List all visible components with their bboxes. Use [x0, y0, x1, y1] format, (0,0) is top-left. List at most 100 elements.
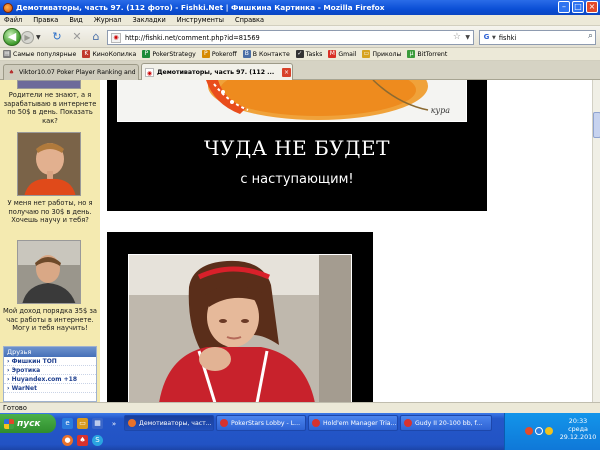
friends-link-warnet[interactable]: › WarNet [4, 384, 96, 393]
search-icon[interactable]: ⌕ [588, 31, 593, 41]
gmail-icon: M [328, 50, 337, 58]
clock-day: среда [568, 425, 588, 433]
scrollbar-thumb[interactable] [593, 112, 600, 138]
navigation-toolbar: ◀ ▶ ▼ ↻ ✕ ⌂ ◉ http://fishki.net/comment.… [0, 26, 600, 48]
pokerstars-quicklaunch-icon[interactable]: ♠ [77, 435, 88, 446]
status-text: Готово [3, 404, 27, 412]
google-icon[interactable]: G [482, 33, 491, 42]
stop-icon[interactable]: ✕ [70, 30, 84, 44]
menu-file[interactable]: Файл [4, 16, 22, 24]
back-button[interactable]: ◀ [3, 28, 21, 46]
clock-time: 20:33 [568, 417, 588, 425]
bookmark-gmail[interactable]: M Gmail [328, 50, 356, 58]
tab-poker-ranking[interactable]: ♠ Viktor10.07 Poker Player Ranking and S… [3, 64, 139, 80]
bookmark-pokerstrategy[interactable]: P PokerStrategy [142, 50, 196, 58]
task-firefox[interactable]: Демотиваторы, част... [124, 415, 214, 431]
pokeroff-icon: P [201, 50, 210, 58]
ps-icon: P [142, 50, 151, 58]
tab-strip: ♠ Viktor10.07 Poker Player Ranking and S… [0, 61, 600, 80]
url-dropdown-icon[interactable]: ▼ [465, 34, 470, 41]
taskbar: пуск e ▭ ▦ ● ♠ S » Демотиваторы, част...… [0, 413, 600, 450]
task-gudy[interactable]: Gudy II 20-100 bb, f... [400, 415, 492, 431]
forward-button[interactable]: ▶ [21, 31, 34, 44]
demotivator-image-2[interactable] [128, 254, 352, 402]
vertical-scrollbar[interactable] [592, 80, 600, 402]
address-bar[interactable]: ◉ http://fishki.net/comment.php?id=81569… [107, 30, 474, 45]
task-holdem-manager[interactable]: Hold'em Manager Tria... [308, 415, 398, 431]
bookmark-tasks[interactable]: ✓ Tasks [295, 50, 322, 58]
folder-quicklaunch-icon[interactable]: ▭ [77, 418, 88, 429]
tasks-icon: ✓ [295, 50, 304, 58]
demotivator-poster-1[interactable]: кура ЧУДА НЕ БУДЕТ с наступающим! [107, 80, 487, 211]
page-viewport[interactable]: Родители не знают, а я зарабатываю в инт… [0, 80, 592, 402]
friends-box: Друзья › Фишкин ТОП › Эротика › Huyandex… [3, 346, 97, 402]
tray-icon-1[interactable] [525, 427, 533, 435]
history-dropdown-icon[interactable]: ▼ [36, 34, 41, 41]
show-desktop-icon[interactable]: ▦ [92, 418, 103, 429]
ie-icon[interactable]: e [62, 418, 73, 429]
ad-text-1[interactable]: Родители не знают, а я зарабатываю в инт… [2, 91, 98, 125]
folder-icon: ▭ [362, 50, 371, 58]
vk-icon: B [242, 50, 251, 58]
skype-quicklaunch-icon[interactable]: S [92, 435, 103, 446]
friends-link-huyandex[interactable]: › Huyandex.com +18 [4, 375, 96, 384]
menu-view[interactable]: Вид [69, 16, 82, 24]
friends-link-top[interactable]: › Фишкин ТОП [4, 357, 96, 366]
menu-bookmarks[interactable]: Закладки [132, 16, 165, 24]
tab-close-icon[interactable]: × [282, 68, 291, 77]
clock[interactable]: 20:33 среда 29.12.2010 [557, 417, 599, 441]
k-icon: K [82, 50, 91, 58]
quicklaunch-expand-icon[interactable]: » [110, 419, 118, 430]
ad-text-3[interactable]: Мой доход порядка 35$ за час работы в ин… [2, 307, 98, 333]
tab-favicon: ♠ [8, 69, 15, 76]
home-icon[interactable]: ⌂ [89, 30, 103, 44]
demotivator-subcaption: с наступающим! [240, 172, 354, 187]
bookmark-pokeroff[interactable]: P Pokeroff [201, 50, 237, 58]
friends-link-erotica[interactable]: › Эротика [4, 366, 96, 375]
menu-tools[interactable]: Инструменты [177, 16, 224, 24]
friends-title: Друзья [4, 347, 96, 357]
demotivator-poster-2[interactable] [107, 232, 373, 402]
page-icon: ▤ [3, 50, 11, 58]
pokerstars-task-icon [220, 419, 228, 427]
menu-help[interactable]: Справка [235, 16, 264, 24]
bookmark-most-visited[interactable]: ▤ Самые популярные [3, 50, 76, 58]
search-input[interactable]: fishki [499, 34, 516, 42]
address-input[interactable]: http://fishki.net/comment.php?id=81569 [125, 34, 260, 42]
art-signature: кура [430, 106, 450, 115]
search-engine-dropdown-icon[interactable]: ▼ [492, 35, 496, 41]
firefox-quicklaunch-icon[interactable]: ● [62, 435, 73, 446]
status-bar: Готово [0, 402, 600, 413]
ad-photo-1[interactable] [17, 132, 81, 196]
tab-demotivators[interactable]: ◉ Демотиваторы, часть 97. (112 ... [141, 63, 293, 80]
bookmarks-toolbar: ▤ Самые популярные K КиноКопилка P Poker… [0, 48, 600, 61]
clock-date: 29.12.2010 [559, 433, 597, 441]
windows-logo-icon [4, 418, 14, 429]
bookmark-kinokopilka[interactable]: K КиноКопилка [82, 50, 136, 58]
tray-icon-3[interactable] [545, 427, 553, 435]
maximize-button[interactable]: □ [572, 1, 584, 13]
bookmark-prikoly[interactable]: ▭ Приколы [362, 50, 401, 58]
demotivator-caption: ЧУДА НЕ БУДЕТ [204, 136, 390, 160]
ad-photo-top[interactable] [17, 80, 81, 89]
sidebar: Родители не знают, а я зарабатываю в инт… [0, 80, 100, 402]
demotivator-image-1[interactable]: кура [117, 80, 467, 122]
firefox-icon [3, 2, 13, 13]
bookmark-vkontakte[interactable]: B В Контакте [242, 50, 290, 58]
ad-text-2[interactable]: У меня нет работы, но я получаю по 30$ в… [2, 199, 98, 225]
reload-icon[interactable]: ↻ [50, 30, 64, 44]
hm-task-icon [312, 419, 320, 427]
main-content: кура ЧУДА НЕ БУДЕТ с наступающим! [100, 80, 592, 402]
bookmark-star-icon[interactable]: ☆ [453, 32, 461, 42]
minimize-button[interactable]: – [558, 1, 570, 13]
bittorrent-icon: µ [407, 50, 416, 58]
start-button[interactable]: пуск [0, 414, 56, 433]
search-bar[interactable]: G ▼ fishki ⌕ [479, 30, 596, 45]
ad-photo-2[interactable] [17, 240, 81, 304]
close-button[interactable]: × [586, 1, 598, 13]
tray-lang-icon[interactable] [535, 427, 543, 435]
menu-edit[interactable]: Правка [33, 16, 58, 24]
menu-history[interactable]: Журнал [94, 16, 122, 24]
bookmark-bittorrent[interactable]: µ BitTorrent [407, 50, 447, 58]
task-pokerstars[interactable]: PokerStars Lobby - L... [216, 415, 306, 431]
